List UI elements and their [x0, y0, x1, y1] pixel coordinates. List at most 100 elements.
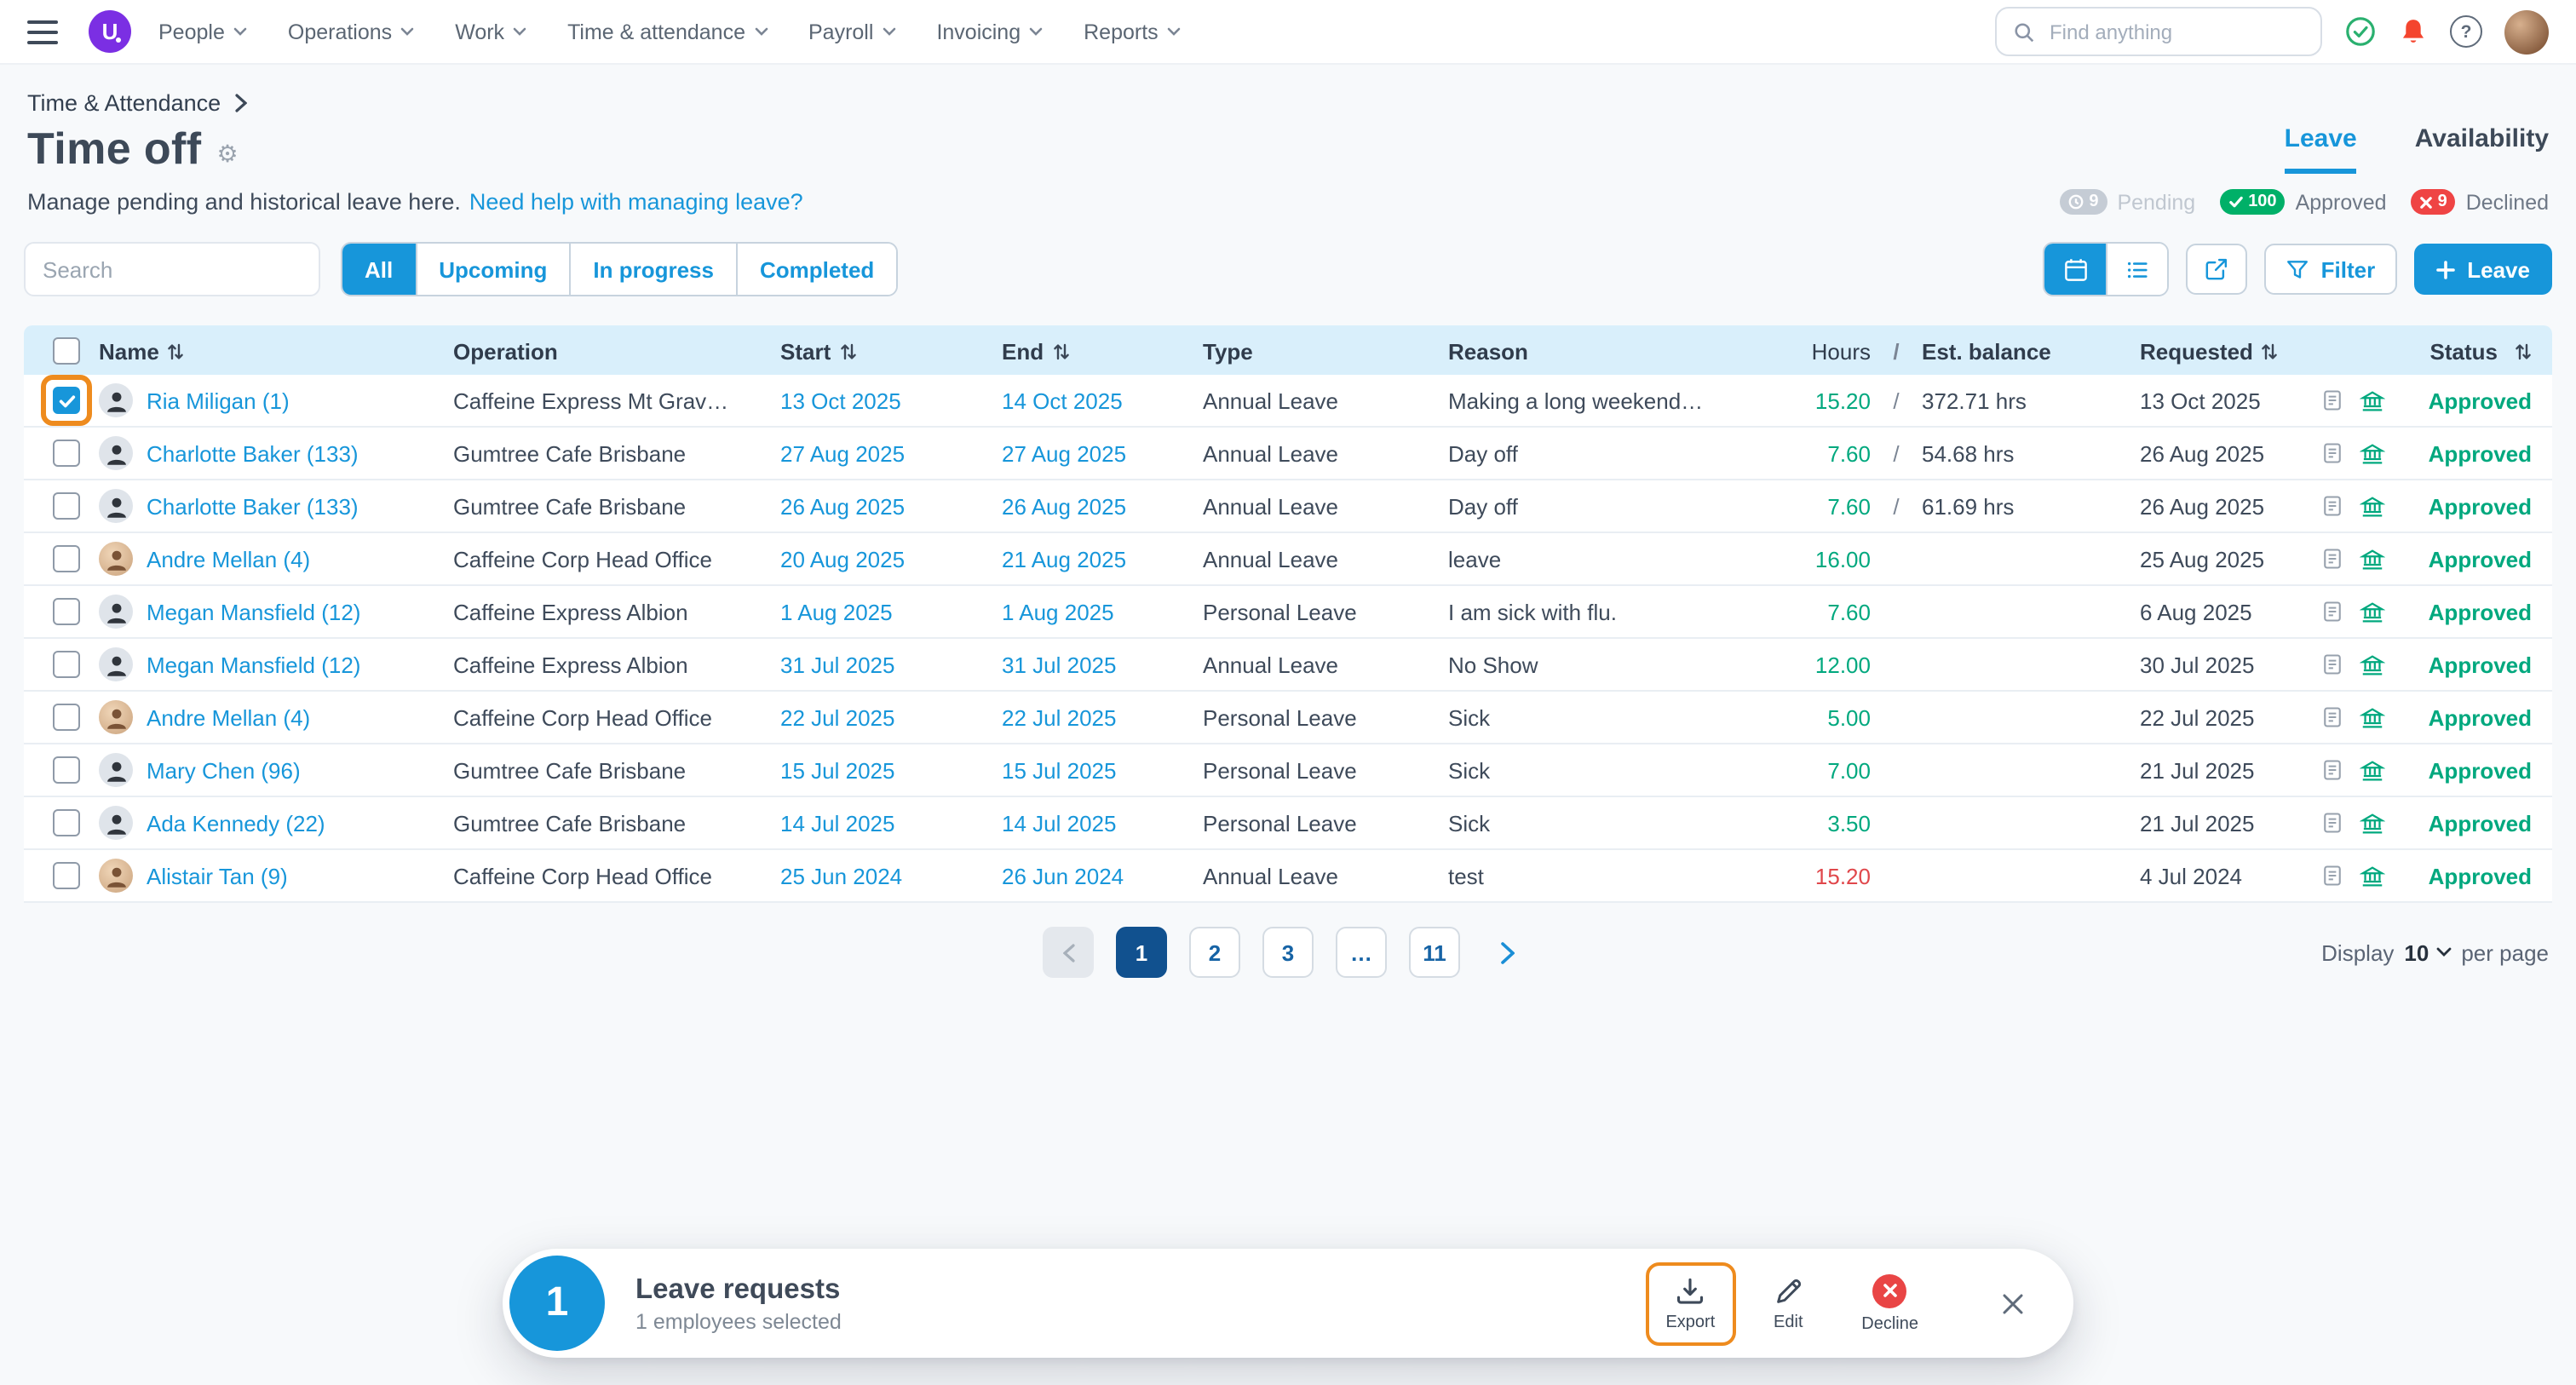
employee-name-link[interactable]: Ada Kennedy (22)	[147, 810, 325, 836]
global-search[interactable]	[1995, 7, 2322, 56]
row-checkbox[interactable]	[53, 440, 80, 467]
open-external-button[interactable]	[2187, 244, 2248, 295]
export-button[interactable]: Export	[1645, 1261, 1735, 1345]
note-icon[interactable]	[2320, 494, 2344, 518]
bank-icon[interactable]	[2360, 704, 2385, 730]
start-date-link[interactable]: 15 Jul 2025	[780, 757, 894, 783]
bank-icon[interactable]	[2360, 652, 2385, 677]
pagination-page[interactable]: 3	[1262, 927, 1314, 978]
nav-menu-item[interactable]: Work	[455, 20, 526, 43]
end-date-link[interactable]: 27 Aug 2025	[1002, 440, 1126, 466]
next-page-button[interactable]	[1482, 927, 1533, 978]
end-date-link[interactable]: 1 Aug 2025	[1002, 599, 1114, 624]
end-date-link[interactable]: 14 Oct 2025	[1002, 388, 1123, 413]
nav-menu-item[interactable]: Reports	[1084, 20, 1181, 43]
search-input[interactable]	[24, 242, 320, 296]
employee-name-link[interactable]: Megan Mansfield (12)	[147, 599, 360, 624]
edit-button[interactable]: Edit	[1752, 1261, 1824, 1345]
nav-menu-item[interactable]: Payroll	[808, 20, 895, 43]
employee-name-link[interactable]: Ria Miligan (1)	[147, 388, 290, 413]
end-date-link[interactable]: 26 Aug 2025	[1002, 493, 1126, 519]
start-date-link[interactable]: 26 Aug 2025	[780, 493, 905, 519]
end-date-link[interactable]: 15 Jul 2025	[1002, 757, 1116, 783]
close-icon[interactable]	[1993, 1284, 2033, 1323]
end-date-link[interactable]: 21 Aug 2025	[1002, 546, 1126, 572]
breadcrumb-link[interactable]: Time & Attendance	[27, 90, 221, 116]
note-icon[interactable]	[2320, 864, 2344, 888]
nav-menu-item[interactable]: Time & attendance	[567, 20, 768, 43]
page-size-dropdown[interactable]: 10	[2404, 940, 2451, 965]
note-icon[interactable]	[2320, 652, 2344, 676]
add-leave-button[interactable]: Leave	[2414, 244, 2552, 295]
header-status[interactable]: Status	[2416, 338, 2552, 364]
note-icon[interactable]	[2320, 600, 2344, 624]
note-icon[interactable]	[2320, 811, 2344, 835]
start-date-link[interactable]: 20 Aug 2025	[780, 546, 905, 572]
note-icon[interactable]	[2320, 705, 2344, 729]
bank-icon[interactable]	[2360, 810, 2385, 836]
header-start[interactable]: Start	[780, 338, 1002, 364]
row-checkbox[interactable]	[53, 809, 80, 836]
segment-button[interactable]: Upcoming	[415, 244, 569, 295]
note-icon[interactable]	[2320, 547, 2344, 571]
decline-button[interactable]: Decline	[1841, 1260, 1939, 1347]
end-date-link[interactable]: 26 Jun 2024	[1002, 863, 1124, 888]
global-search-input[interactable]	[2046, 18, 2303, 45]
row-checkbox[interactable]	[53, 387, 80, 414]
start-date-link[interactable]: 22 Jul 2025	[780, 704, 894, 730]
app-logo[interactable]: U	[89, 10, 131, 53]
segment-button[interactable]: All	[342, 244, 415, 295]
row-checkbox[interactable]	[53, 492, 80, 520]
end-date-link[interactable]: 22 Jul 2025	[1002, 704, 1116, 730]
start-date-link[interactable]: 25 Jun 2024	[780, 863, 902, 888]
start-date-link[interactable]: 31 Jul 2025	[780, 652, 894, 677]
segment-button[interactable]: In progress	[569, 244, 736, 295]
tab-leave[interactable]: Leave	[2285, 124, 2357, 174]
nav-menu-item[interactable]: Operations	[288, 20, 414, 43]
row-checkbox[interactable]	[53, 651, 80, 678]
row-checkbox[interactable]	[53, 704, 80, 731]
bank-icon[interactable]	[2360, 599, 2385, 624]
segment-button[interactable]: Completed	[736, 244, 896, 295]
bank-icon[interactable]	[2360, 493, 2385, 519]
row-checkbox[interactable]	[53, 545, 80, 572]
note-icon[interactable]	[2320, 441, 2344, 465]
tab-availability[interactable]: Availability	[2415, 124, 2549, 174]
employee-name-link[interactable]: Andre Mellan (4)	[147, 546, 310, 572]
hamburger-menu-icon[interactable]	[27, 20, 58, 43]
bank-icon[interactable]	[2360, 440, 2385, 466]
status-check-icon[interactable]	[2344, 15, 2377, 48]
employee-name-link[interactable]: Megan Mansfield (12)	[147, 652, 360, 677]
header-end[interactable]: End	[1002, 338, 1203, 364]
help-link[interactable]: Need help with managing leave?	[469, 189, 803, 215]
note-icon[interactable]	[2320, 388, 2344, 412]
filter-button[interactable]: Filter	[2265, 244, 2398, 295]
list-view-button[interactable]	[2107, 244, 2168, 295]
bank-icon[interactable]	[2360, 546, 2385, 572]
end-date-link[interactable]: 14 Jul 2025	[1002, 810, 1116, 836]
employee-name-link[interactable]: Mary Chen (96)	[147, 757, 301, 783]
row-checkbox[interactable]	[53, 598, 80, 625]
notification-bell-icon[interactable]	[2399, 16, 2428, 47]
row-checkbox[interactable]	[53, 756, 80, 784]
table-view-button[interactable]	[2045, 244, 2107, 295]
bank-icon[interactable]	[2360, 757, 2385, 783]
bank-icon[interactable]	[2360, 863, 2385, 888]
start-date-link[interactable]: 27 Aug 2025	[780, 440, 905, 466]
header-name[interactable]: Name	[99, 338, 453, 364]
prev-page-button[interactable]	[1043, 927, 1094, 978]
pagination-page[interactable]: 2	[1189, 927, 1240, 978]
pagination-page[interactable]: 11	[1409, 927, 1460, 978]
nav-menu-item[interactable]: People	[158, 20, 247, 43]
pagination-page[interactable]: 1	[1116, 927, 1167, 978]
pagination-page[interactable]: …	[1336, 927, 1387, 978]
header-requested[interactable]: Requested	[2140, 338, 2320, 364]
start-date-link[interactable]: 13 Oct 2025	[780, 388, 901, 413]
start-date-link[interactable]: 1 Aug 2025	[780, 599, 893, 624]
select-all-checkbox[interactable]	[53, 337, 80, 365]
nav-menu-item[interactable]: Invoicing	[936, 20, 1043, 43]
end-date-link[interactable]: 31 Jul 2025	[1002, 652, 1116, 677]
start-date-link[interactable]: 14 Jul 2025	[780, 810, 894, 836]
employee-name-link[interactable]: Charlotte Baker (133)	[147, 493, 359, 519]
gear-icon[interactable]: ⚙	[217, 140, 239, 169]
